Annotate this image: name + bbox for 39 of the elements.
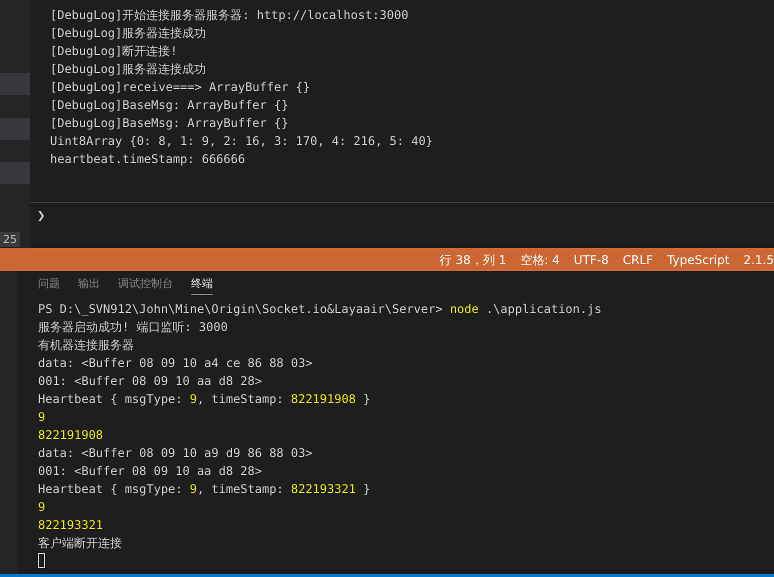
console-line: Uint8Array {0: 8, 1: 9, 2: 16, 3: 170, 4: 216, 5: 40} [50, 133, 434, 150]
console-line: heartbeat.timeStamp: 666666 [50, 151, 246, 168]
terminal-line: 有机器连接服务器 [38, 337, 135, 354]
terminal-line: 9 [38, 499, 46, 516]
terminal-line: data: <Buffer 08 09 10 a9 d9 86 88 03> [38, 445, 314, 462]
terminal-line: PS D:\_SVN912\John\Mine\Origin\Socket.io&Layaair\Server> node .\application.js [38, 301, 603, 318]
gutter-marker [0, 162, 30, 184]
console-line: [DebugLog]服务器连接成功 [50, 25, 208, 42]
terminal-line: 822193321 [38, 517, 104, 534]
panel-tab[interactable]: 终端 [191, 275, 213, 295]
status-item[interactable]: TypeScript [667, 250, 730, 268]
terminal-line: 001: <Buffer 08 09 10 aa d8 28> [38, 373, 263, 390]
terminal-line: Heartbeat { msgType: 9, timeStamp: 822193321 } [38, 481, 372, 498]
console-prompt[interactable]: ❯ [37, 208, 46, 224]
gutter-marker [0, 118, 30, 140]
console-line: [DebugLog]BaseMsg: ArrayBuffer {} [50, 115, 290, 132]
panel-tab[interactable]: 调试控制台 [118, 275, 173, 295]
terminal-cursor [38, 553, 45, 568]
console-line: [DebugLog]断开连接! [50, 43, 178, 60]
line-badge: 25 [0, 232, 20, 247]
panel-tab[interactable]: 问题 [38, 275, 60, 295]
status-item[interactable]: 行 38，列 1 [440, 250, 506, 268]
console-line: [DebugLog]BaseMsg: ArrayBuffer {} [50, 97, 290, 114]
status-item[interactable]: CRLF [622, 250, 654, 268]
status-item[interactable]: UTF-8 [574, 250, 609, 268]
console-line: [DebugLog]服务器连接成功 [50, 61, 208, 78]
gutter-marker [0, 73, 30, 95]
terminal-line: 9 [38, 409, 46, 426]
terminal-line: 服务器启动成功! 端口监听: 3000 [38, 319, 229, 336]
console-line: [DebugLog]开始连接服务器服务器: http://localhost:3000 [50, 7, 410, 24]
console-line: [DebugLog]receive===> ArrayBuffer {} [50, 79, 312, 96]
terminal-line: 001: <Buffer 08 09 10 aa d8 28> [38, 463, 263, 480]
terminal-line: 客户端断开连接 [38, 535, 123, 552]
status-item[interactable]: 2.1.5 [743, 250, 774, 268]
terminal-line: data: <Buffer 08 09 10 a4 ce 86 88 03> [38, 355, 314, 372]
terminal-line: 822191908 [38, 427, 104, 444]
panel-tab[interactable]: 输出 [78, 275, 100, 295]
status-item[interactable]: 空格: 4 [520, 250, 560, 268]
terminal-line: Heartbeat { msgType: 9, timeStamp: 822191908 } [38, 391, 372, 408]
